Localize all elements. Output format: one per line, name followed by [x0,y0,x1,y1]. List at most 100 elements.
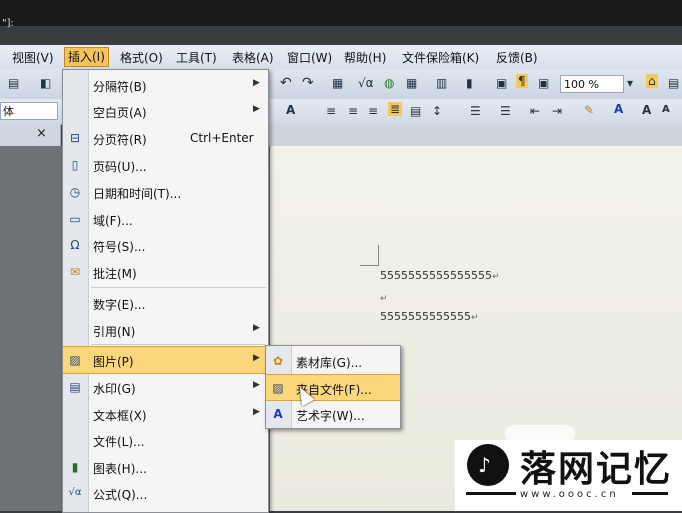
menu-item-from-file[interactable]: ▨ 来自文件(F)... [266,374,400,401]
omega-icon: Ω [70,238,80,252]
menu-item-break[interactable]: 分隔符(B) ▶ [63,72,268,98]
menu-file-safe[interactable]: 文件保险箱(K) [402,49,479,66]
grow-font-icon[interactable]: A [642,103,651,117]
chart-icon: ▮ [71,460,79,474]
numbered-list-icon[interactable]: ☰ [470,104,481,118]
menu-item-label: 空白页(A) [93,106,147,120]
watermark-url: www.oooc.cn [520,489,619,500]
menu-item-textbox[interactable]: 文本框(X) ▶ [63,401,268,427]
menu-tools[interactable]: 工具(T) [176,49,217,66]
paragraph-mark: ↵ [380,294,388,304]
watermark-divider [466,492,516,495]
menu-separator [91,344,266,345]
paragraph-mark: ↵ [470,313,479,323]
chart-toolbar-icon[interactable]: ▮ [466,76,473,90]
menu-item-page-break[interactable]: ⊟ 分页符(R) Ctrl+Enter [63,125,268,151]
watermark-divider [632,492,668,495]
line-spacing-icon[interactable]: ↕ [432,104,442,118]
menu-item-wordart[interactable]: A 艺术字(W)... [266,401,400,426]
menu-window[interactable]: 窗口(W) [287,49,332,66]
menu-item-label: 日期和时间(T)... [93,187,182,201]
indent-decrease-icon[interactable]: ⇤ [530,104,540,118]
submenu-arrow-icon: ▶ [253,78,260,88]
grid-icon[interactable]: ▦ [406,76,417,90]
menu-feedback[interactable]: 反馈(B) [496,49,538,66]
comment-icon: ✉ [69,265,81,279]
menu-insert[interactable]: 插入(I) [64,47,109,67]
close-icon[interactable]: × [36,126,47,141]
menu-help[interactable]: 帮助(H) [344,49,386,66]
redo-icon[interactable]: ↷ [302,75,314,91]
formula-toolbar-icon[interactable]: √α [358,76,374,90]
submenu-arrow-icon: ▶ [253,407,260,417]
menu-item-chart[interactable]: ▮ 图表(H)... [63,454,268,480]
table-icon[interactable]: ▦ [332,76,343,90]
menu-table[interactable]: 表格(A) [232,49,274,66]
submenu-arrow-icon: ▶ [253,380,260,390]
help-icon[interactable]: ▤ [668,76,679,90]
font-color-icon[interactable]: A [614,102,623,116]
distribute-icon[interactable]: ▤ [410,104,421,118]
page-break-icon: ⊟ [69,131,81,145]
reading-icon[interactable]: ▣ [538,76,549,90]
document-line-1[interactable]: 5555555555555555↵ [380,269,500,282]
font-size-down-icon[interactable]: A [286,103,295,117]
menu-item-label: 域(F)... [93,214,133,228]
datetime-icon: ◷ [69,185,81,199]
menu-item-shortcut: Ctrl+Enter [190,131,254,145]
menu-item-file[interactable]: 文件(L)... [63,427,268,453]
show-marks-icon[interactable]: ¶ [516,74,528,88]
document-line-3[interactable]: 5555555555555↵ [380,310,479,323]
menu-format[interactable]: 格式(O) [120,49,163,66]
menu-item-clipart[interactable]: ✿ 素材库(G)... [266,348,400,373]
menu-item-formula[interactable]: √α 公式(Q)... [63,480,268,506]
print-icon[interactable]: ▤ [8,76,19,90]
globe-icon[interactable]: ◍ [384,76,394,90]
align-left-icon[interactable]: ≡ [326,104,336,118]
menu-item-page-number[interactable]: ▯ 页码(U)... [63,152,268,178]
preview-icon[interactable]: ◧ [40,76,51,90]
picture-icon: ▨ [69,353,81,367]
submenu-arrow-icon: ▶ [253,353,260,363]
menu-item-picture[interactable]: ▨ 图片(P) ▶ [63,346,268,374]
page-corner-mark [360,245,379,266]
menu-item-comment[interactable]: ✉ 批注(M) [63,259,268,285]
menu-item-reference[interactable]: 引用(N) ▶ [63,317,268,343]
menu-item-datetime[interactable]: ◷ 日期和时间(T)... [63,179,268,205]
align-center-icon[interactable]: ≡ [348,104,358,118]
bullet-list-icon[interactable]: ☰ [500,104,511,118]
document-line-2[interactable]: ↵ [380,291,388,304]
wordart-icon: A [273,407,283,421]
font-name-field[interactable]: 体 [0,102,58,120]
menu-view[interactable]: 视图(V) [12,49,54,66]
shrink-font-icon[interactable]: A [662,104,670,115]
watermark-icon: ▤ [69,380,81,394]
undo-icon[interactable]: ↶ [280,75,292,91]
menu-item-number[interactable]: 数字(E)... [63,290,268,316]
menu-item-label: 素材库(G)... [296,356,363,370]
menu-item-label: 分隔符(B) [93,80,147,94]
paragraph-mark: ↵ [491,272,500,282]
columns-icon[interactable]: ▥ [436,76,447,90]
justify-icon[interactable]: ≣ [388,102,403,116]
menu-item-label: 文本框(X) [93,409,147,423]
menu-separator [91,287,266,288]
highlight-icon[interactable]: ✎ [584,103,594,117]
indent-increase-icon[interactable]: ⇥ [552,104,562,118]
menu-item-label: 批注(M) [93,267,137,281]
picture-submenu: ✿ 素材库(G)... ▨ 来自文件(F)... A 艺术字(W)... [265,345,401,429]
align-right-icon[interactable]: ≡ [368,104,378,118]
dropdown-icon[interactable]: ▾ [627,76,633,90]
home-icon[interactable]: ⌂ [646,74,658,88]
menu-item-field[interactable]: ▭ 域(F)... [63,206,268,232]
menu-item-label: 分页符(R) [93,133,147,147]
menu-bar: 视图(V) 插入(I) 格式(O) 工具(T) 表格(A) 窗口(W) 帮助(H… [0,45,682,70]
navigation-icon[interactable]: ▣ [496,76,507,90]
zoom-select[interactable]: 100 % [560,75,624,93]
monitor-bezel [0,0,682,26]
menu-item-blank-page[interactable]: 空白页(A) ▶ [63,98,268,124]
menu-item-watermark[interactable]: ▤ 水印(G) ▶ [63,374,268,400]
menu-item-symbol[interactable]: Ω 符号(S)... [63,232,268,258]
clipart-icon: ✿ [272,354,284,368]
document-tab[interactable] [0,124,61,146]
